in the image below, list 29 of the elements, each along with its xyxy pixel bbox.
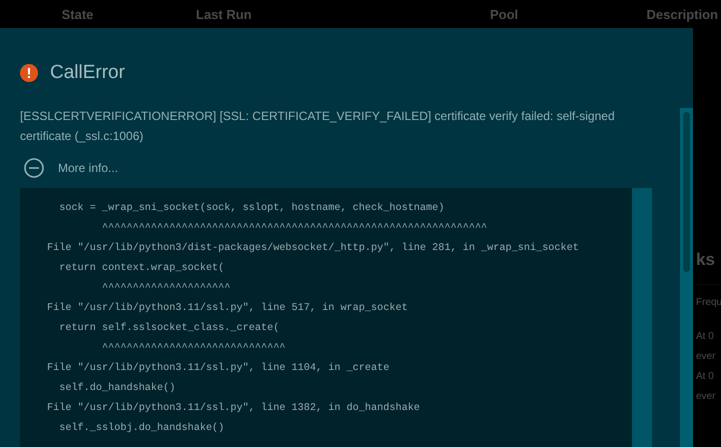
scrollbar[interactable] xyxy=(680,108,693,447)
traceback-line: File "/usr/lib/python3.11/ssl.py", line 1104, in _create xyxy=(47,362,390,376)
panel-text: At 0 xyxy=(696,330,715,344)
error-icon xyxy=(20,64,38,82)
column-header: Last Run xyxy=(195,6,253,22)
traceback-line: ^^^^^^^^^^^^^^^^^^^^^^^^^^^^^^ xyxy=(101,342,286,356)
traceback-line: File "/usr/lib/python3.11/ssl.py", line 517, in wrap_socket xyxy=(47,302,409,316)
more-info-toggle[interactable]: More info... xyxy=(58,161,118,175)
scrollbar[interactable] xyxy=(632,188,652,447)
column-header: State xyxy=(60,6,94,22)
traceback-line: self._sslobj.do_handshake() xyxy=(58,422,226,436)
column-header: Description xyxy=(645,6,719,22)
panel-text: ever xyxy=(696,390,716,404)
traceback-line: self.do_handshake() xyxy=(58,382,176,396)
error-message: [ESSLCERTVERIFICATIONERROR] [SSL: CERTIFICATE_VERIFY_FAILED] certificate verify failed: self-signed certificate (_ssl.c:1006) xyxy=(20,108,616,145)
panel-text: ever xyxy=(696,350,716,364)
traceback-line: File "/usr/lib/python3.11/ssl.py", line 1382, in do_handshake xyxy=(47,402,421,416)
traceback-line: sock = _wrap_sni_socket(sock, sslopt, hostname, check_hostname) xyxy=(58,202,446,216)
traceback-line: ^^^^^^^^^^^^^^^^^^^^^^^^^^^^^^^^^^^^^^^^^^^^^^^^^^^^^^^^^^^^^^^ xyxy=(101,222,488,236)
collapse-icon[interactable] xyxy=(24,158,44,178)
dialog-title: CallError xyxy=(50,62,125,84)
traceback-line: return context.wrap_socket( xyxy=(58,262,226,276)
traceback-line: return self.sslsocket_class._create( xyxy=(58,322,280,336)
traceback-line: ^^^^^^^^^^^^^^^^^^^^^ xyxy=(101,282,232,296)
panel-heading: ks xyxy=(696,250,721,285)
traceback-line: File "/usr/lib/python3/dist-packages/websocket/_http.py", line 281, in _wrap_sni_socket xyxy=(47,242,580,256)
scrollbar-thumb[interactable] xyxy=(683,112,690,272)
column-header: Pool xyxy=(490,6,520,22)
panel-text: At 0 xyxy=(696,370,715,384)
